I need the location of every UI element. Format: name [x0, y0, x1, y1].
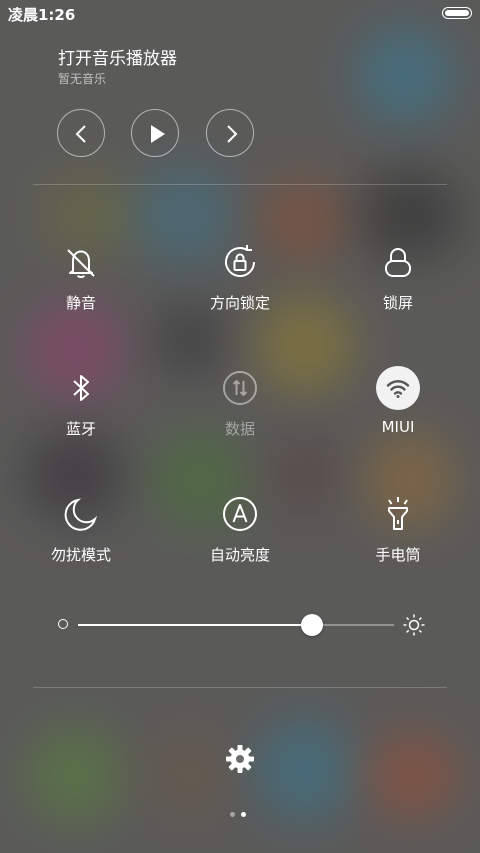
toggle-rotation-lock[interactable]: 方向锁定 — [160, 240, 320, 330]
previous-track-button[interactable] — [57, 109, 105, 157]
now-playing-subtitle: 暂无音乐 — [58, 72, 107, 86]
mobile-data-icon — [218, 366, 262, 410]
toggle-label: 方向锁定 — [209, 294, 270, 312]
toggle-label: 自动亮度 — [209, 546, 270, 564]
toggle-do-not-disturb[interactable]: 勿扰模式 — [1, 492, 161, 582]
toggle-label: 静音 — [65, 294, 96, 312]
toggle-flashlight[interactable]: 手电筒 — [318, 492, 478, 582]
flashlight-icon — [376, 492, 420, 536]
moon-icon — [59, 492, 103, 536]
toggle-label: 数据 — [224, 420, 255, 438]
play-button[interactable] — [131, 109, 179, 157]
toggle-bluetooth[interactable]: 蓝牙 — [1, 366, 161, 456]
brightness-slider[interactable] — [56, 612, 428, 638]
chevron-right-icon — [227, 125, 238, 143]
lock-icon — [376, 240, 420, 284]
status-bar: 凌晨1:26 — [0, 0, 480, 28]
toggle-wifi[interactable]: MIUI — [318, 366, 478, 456]
page-indicator — [230, 812, 250, 818]
bell-off-icon — [59, 240, 103, 284]
toggle-label: 勿扰模式 — [50, 546, 111, 564]
play-icon — [151, 125, 165, 143]
toggle-auto-brightness[interactable]: 自动亮度 — [160, 492, 320, 582]
rotation-lock-icon — [218, 240, 262, 284]
toggle-label: MIUI — [381, 418, 415, 436]
chevron-left-icon — [75, 125, 86, 143]
brightness-thumb[interactable] — [300, 614, 323, 636]
auto-brightness-icon — [218, 492, 262, 536]
wifi-icon — [376, 366, 420, 410]
page-dot — [241, 812, 246, 817]
status-time: 凌晨1:26 — [8, 6, 76, 24]
open-music-player-link[interactable]: 打开音乐播放器 — [58, 44, 177, 69]
divider — [33, 687, 447, 688]
toggle-silent[interactable]: 静音 — [1, 240, 161, 330]
toggle-mobile-data[interactable]: 数据 — [160, 366, 320, 456]
toggle-label: 手电筒 — [375, 546, 421, 564]
next-track-button[interactable] — [206, 109, 254, 157]
gear-icon — [226, 745, 254, 773]
page-dot — [230, 812, 235, 817]
battery-icon — [442, 7, 472, 19]
toggle-lock-screen[interactable]: 锁屏 — [318, 240, 478, 330]
brightness-fill — [78, 624, 312, 626]
toggle-label: 锁屏 — [382, 294, 413, 312]
settings-button[interactable] — [222, 741, 258, 777]
bluetooth-icon — [59, 366, 103, 410]
toggle-label: 蓝牙 — [65, 420, 96, 438]
sun-icon — [403, 614, 425, 636]
brightness-low-icon — [58, 619, 68, 629]
divider — [33, 184, 447, 185]
brightness-track[interactable] — [78, 614, 394, 636]
